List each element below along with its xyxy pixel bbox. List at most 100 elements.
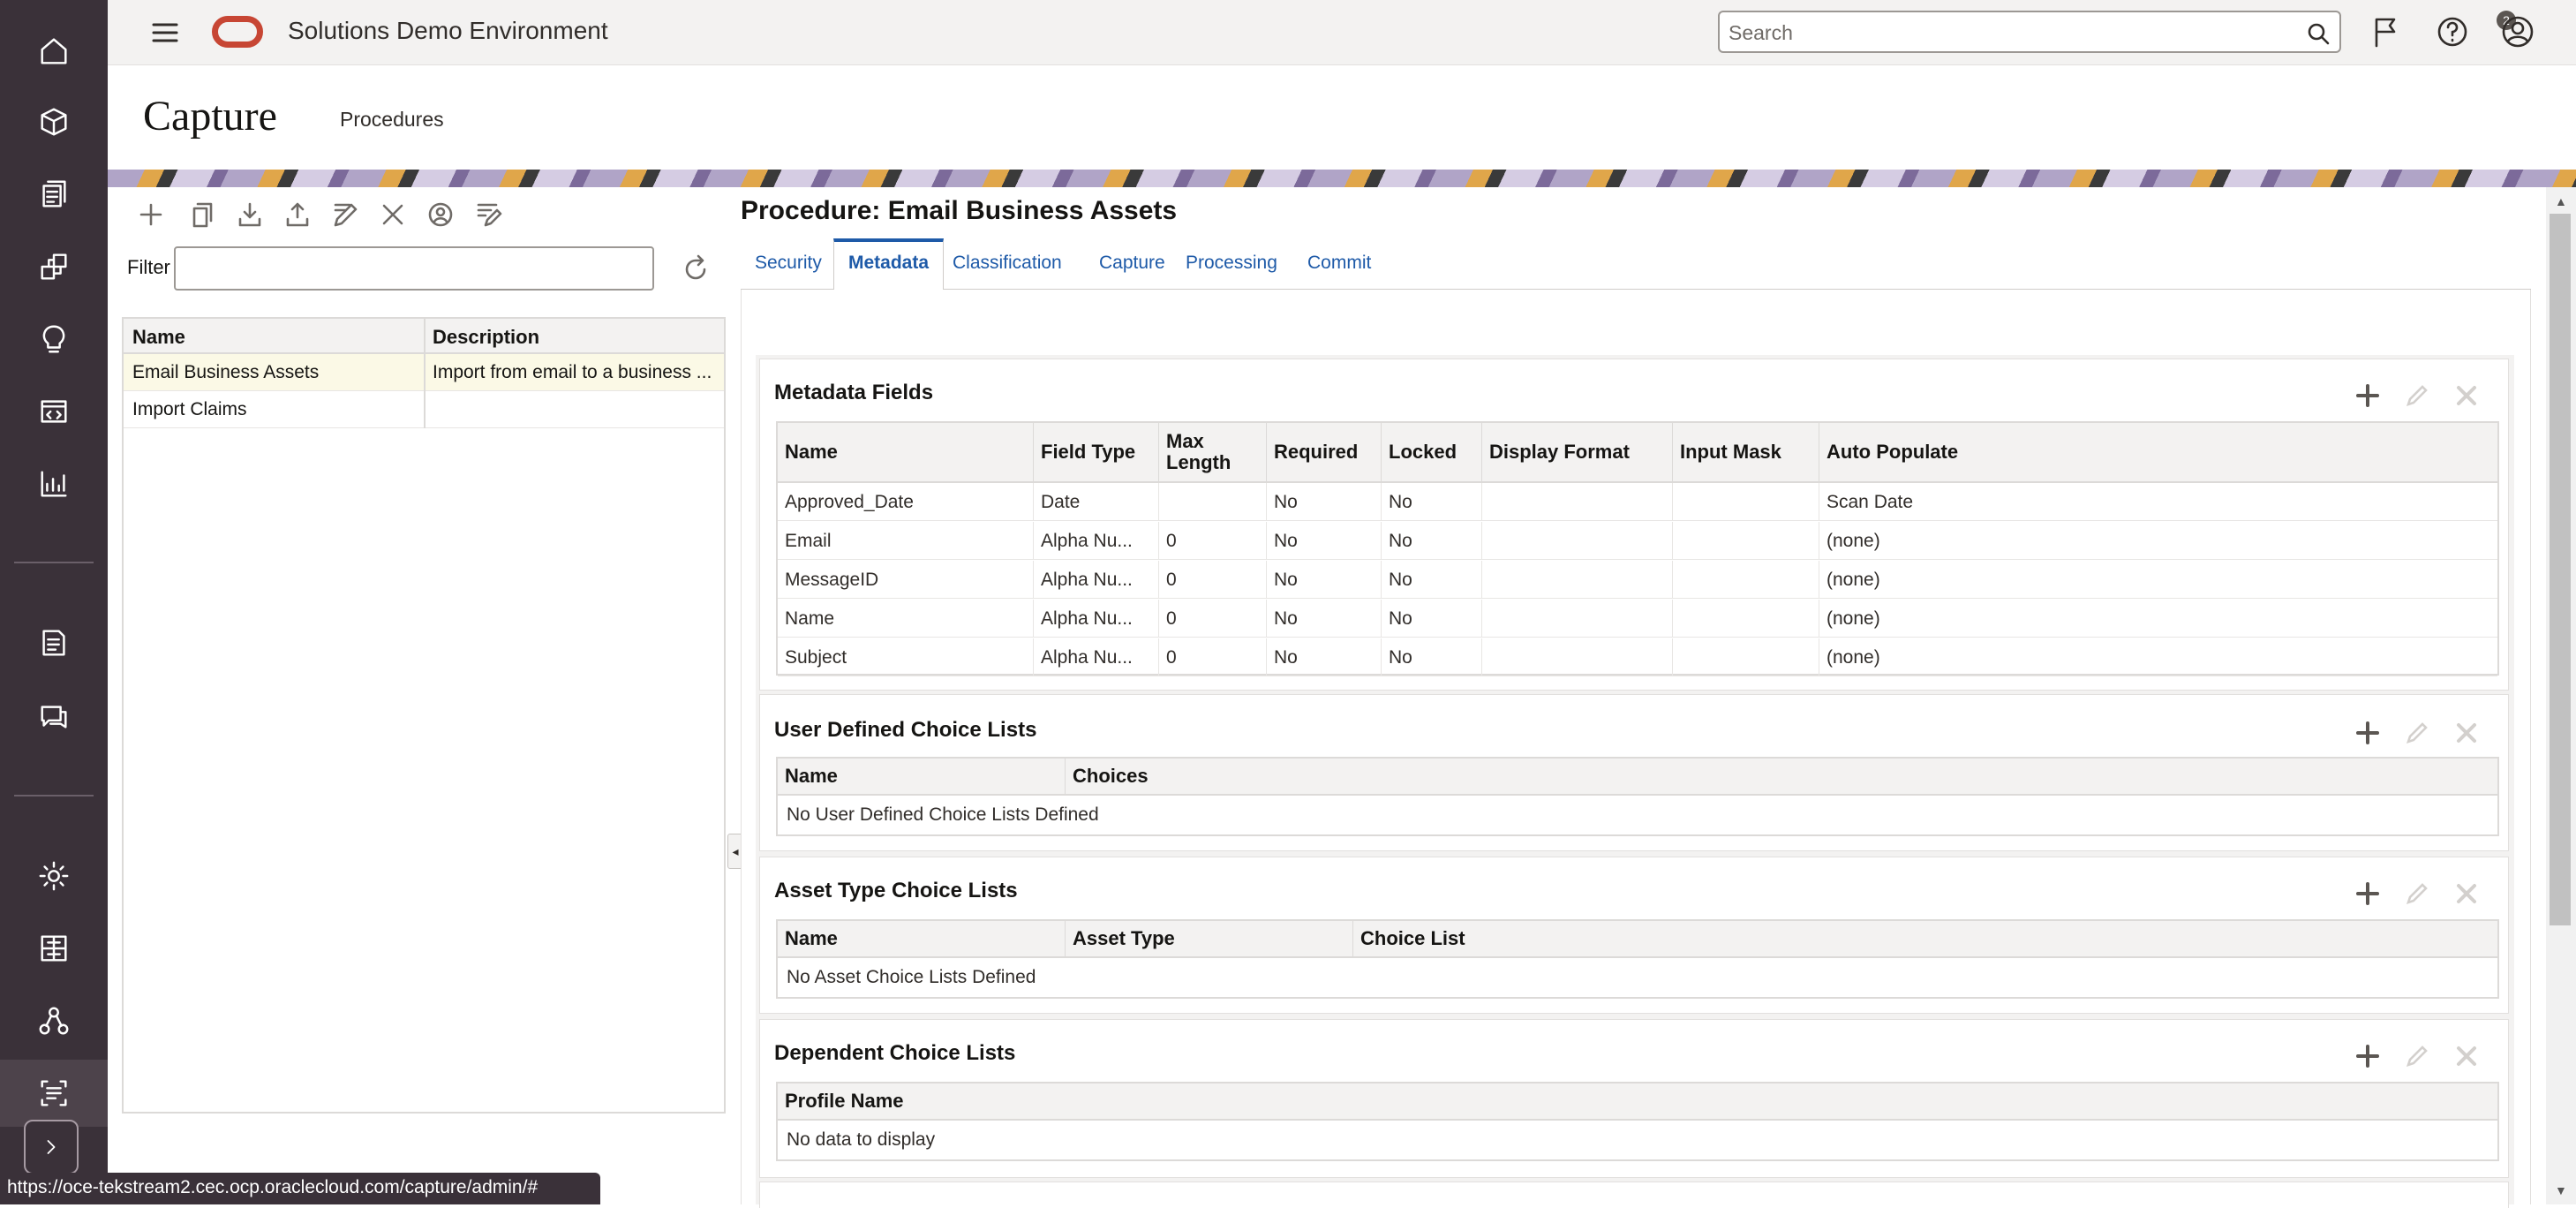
table-cell: (none) [1827,530,1880,551]
card-title: Metadata Fields [774,381,934,404]
search-icon[interactable] [2306,21,2331,46]
table-cell: 0 [1159,561,1267,599]
card-actions [2353,879,2485,909]
add-icon[interactable] [2353,381,2383,411]
refresh-icon[interactable] [680,253,712,285]
edit-icon [2402,718,2432,748]
search-placeholder: Search [1729,21,1793,44]
page-header: Capture Procedures [108,65,2576,170]
edit-icon [2402,381,2432,411]
procedures-table: Name Description Email Business Assets I… [122,317,726,1114]
home-icon[interactable] [33,30,75,72]
org-icon[interactable] [33,1000,75,1042]
user-avatar-icon[interactable] [2500,14,2535,49]
tab-classification[interactable]: Classification [938,238,1076,290]
analytics-icon[interactable] [33,463,75,505]
scroll-down-arrow-icon[interactable]: ▼ [2555,1183,2567,1197]
vertical-scrollbar[interactable]: ▲ ▼ [2546,187,2576,1204]
upload-icon[interactable] [282,200,313,230]
cube-icon[interactable] [33,101,75,143]
table-row[interactable]: Approved_Date Date No No Scan Date [778,483,2497,521]
left-nav-rail [0,0,108,1204]
column-header-asset-type[interactable]: Asset Type [1066,921,1353,956]
column-header-description[interactable]: Description [433,326,539,349]
hamburger-menu-icon[interactable] [150,18,180,48]
sites-icon[interactable] [33,245,75,288]
delete-icon [2452,1041,2482,1071]
row-name: Email Business Assets [132,362,320,382]
notifications-flag-icon[interactable] [2368,14,2403,49]
add-icon[interactable] [136,200,166,230]
tab-security[interactable]: Security [741,238,836,290]
dependent-choice-lists-card: Dependent Choice Lists Profile Name No d… [759,1019,2509,1178]
table-cell [1482,638,1673,676]
user-circle-icon[interactable] [426,200,456,230]
column-header-max-length[interactable]: Max Length [1159,423,1267,481]
documents-icon[interactable] [33,173,75,215]
column-header-choices[interactable]: Choices [1066,759,2497,794]
delete-icon [2452,879,2482,909]
top-bar: Solutions Demo Environment Search 2 [108,0,2576,65]
tab-processing[interactable]: Processing [1171,238,1292,290]
capture-icon[interactable] [33,1072,75,1114]
column-header-field-type[interactable]: Field Type [1034,423,1159,481]
column-header-input-mask[interactable]: Input Mask [1673,423,1819,481]
card-actions [2353,718,2485,748]
add-icon[interactable] [2353,718,2383,748]
settings-icon[interactable] [33,855,75,897]
card-title: Asset Type Choice Lists [774,879,1018,902]
add-icon[interactable] [2353,1041,2383,1071]
user-defined-choice-lists-table: Name Choices No User Defined Choice List… [776,757,2499,836]
table-cell: Name [778,600,1034,638]
edit-icon[interactable] [330,200,360,230]
table-cell: Scan Date [1827,491,1914,512]
column-header-name[interactable]: Name [778,759,1066,794]
dependent-choice-lists-table: Profile Name No data to display [776,1082,2499,1161]
tab-commit[interactable]: Commit [1293,238,1385,290]
table-cell [1482,522,1673,560]
search-input[interactable]: Search [1718,11,2341,53]
column-header-name[interactable]: Name [778,921,1066,956]
tab-capture[interactable]: Capture [1085,238,1179,290]
scroll-up-arrow-icon[interactable]: ▲ [2555,194,2567,208]
table-row[interactable]: MessageID Alpha Nu... 0 No No (none) [778,561,2497,599]
copy-icon[interactable] [187,200,217,230]
asset-type-choice-lists-table: Name Asset Type Choice List No Asset Cho… [776,919,2499,999]
column-header-auto-populate[interactable]: Auto Populate [1819,423,2497,481]
delete-icon[interactable] [378,200,408,230]
table-cell [1482,483,1673,521]
conversations-icon[interactable] [33,696,75,738]
rename-icon[interactable] [473,200,503,230]
download-icon[interactable] [235,200,265,230]
column-header-required[interactable]: Required [1267,423,1382,481]
code-window-icon[interactable] [33,390,75,433]
scrollbar-thumb[interactable] [2550,214,2571,925]
table-row[interactable]: Name Alpha Nu... 0 No No (none) [778,600,2497,638]
table-cell: Alpha Nu... [1034,561,1159,599]
table-cell: No [1267,483,1382,521]
empty-message: No data to display [787,1129,936,1150]
integrations-icon[interactable] [33,927,75,970]
document-icon[interactable] [33,622,75,664]
table-row[interactable]: Email Alpha Nu... 0 No No (none) [778,522,2497,560]
table-row[interactable]: Subject Alpha Nu... 0 No No (none) [778,638,2497,676]
column-header-locked[interactable]: Locked [1382,423,1482,481]
lightbulb-icon[interactable] [33,318,75,360]
table-cell: Alpha Nu... [1034,522,1159,560]
column-header-name[interactable]: Name [132,326,185,349]
add-icon[interactable] [2353,879,2383,909]
filter-input[interactable] [174,246,654,291]
table-cell [1482,600,1673,638]
column-header-name[interactable]: Name [778,423,1034,481]
column-header-display-format[interactable]: Display Format [1482,423,1673,481]
table-cell: No [1267,561,1382,599]
table-cell: Email [778,522,1034,560]
table-cell: Date [1034,483,1159,521]
expand-nav-button[interactable] [24,1120,79,1174]
tab-metadata[interactable]: Metadata [833,238,945,290]
column-header-choice-list[interactable]: Choice List [1353,921,2497,956]
help-icon[interactable] [2435,14,2470,49]
procedure-title: Procedure: Email Business Assets [741,196,1178,225]
table-cell: 0 [1159,638,1267,676]
column-header-profile-name[interactable]: Profile Name [778,1083,2497,1119]
